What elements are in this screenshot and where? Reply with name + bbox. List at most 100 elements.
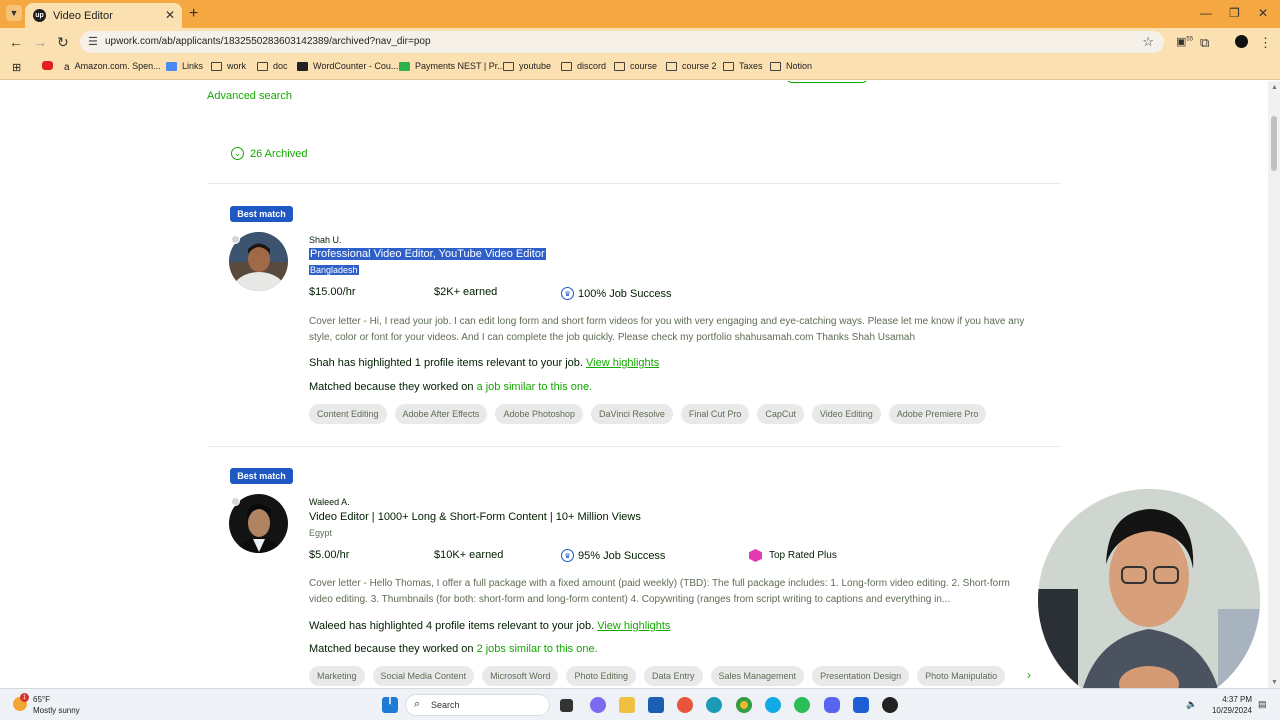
skill-tag[interactable]: Adobe After Effects (394, 404, 488, 424)
applicant-name[interactable]: Waleed A. (309, 497, 350, 507)
similar-jobs-link[interactable]: 2 jobs similar to this one. (477, 643, 598, 655)
windows-start-icon[interactable] (382, 697, 398, 713)
browser-toolbar: ← → ↻ ☰ upwork.com/ab/applicants/1832550… (0, 28, 1280, 56)
discord-icon[interactable] (824, 697, 840, 713)
scroll-up-icon[interactable]: ▲ (1271, 84, 1278, 91)
doc-icon (166, 61, 177, 71)
bookmark-taxes[interactable]: Taxes (723, 61, 763, 71)
webcam-overlay (1038, 489, 1260, 711)
back-icon[interactable]: ← (9, 34, 23, 50)
task-view-icon[interactable] (560, 699, 573, 712)
chrome-icon[interactable] (736, 697, 752, 713)
bookmark-links[interactable]: Links (166, 61, 203, 71)
bookmark-course[interactable]: course (614, 61, 657, 71)
menu-kebab-icon[interactable]: ⋮ (1259, 35, 1272, 51)
bookmark-discord[interactable]: discord (561, 61, 606, 71)
skill-tag[interactable]: Marketing (309, 666, 365, 686)
skill-tag[interactable]: Final Cut Pro (680, 404, 750, 424)
extension-badge: 55 (1186, 36, 1194, 43)
apps-grid-icon[interactable]: ⊞ (12, 61, 21, 74)
forward-icon[interactable]: → (33, 34, 47, 50)
applicant-title: Video Editor | 1000+ Long & Short-Form C… (309, 511, 641, 523)
amazon-icon: a (64, 61, 70, 73)
wordcounter-icon (297, 61, 308, 71)
skill-tag[interactable]: Adobe Premiere Pro (888, 404, 987, 424)
windows-taskbar: 1 65°F Mostly sunny ⌕ Search 🔈 4:37 PM 1… (0, 688, 1280, 720)
minimize-icon[interactable]: — (1200, 6, 1212, 20)
bookmark-notion[interactable]: Notion (770, 61, 812, 71)
weather-widget[interactable]: 65°F Mostly sunny (33, 694, 80, 716)
restore-icon[interactable]: ❐ (1229, 6, 1240, 20)
taskbar-search[interactable]: ⌕ Search (405, 694, 550, 716)
filter-button-edge[interactable] (786, 81, 868, 83)
scrollbar-thumb[interactable] (1271, 116, 1277, 171)
new-tab-icon[interactable]: + (189, 5, 198, 23)
clock[interactable]: 4:37 PM 10/29/2024 (1208, 694, 1252, 716)
applicant-country: Egypt (309, 528, 333, 538)
bookmark-course-2[interactable]: course 2 (666, 61, 717, 71)
extension-icon[interactable]: ▣55 (1176, 35, 1193, 48)
bookmark-youtube-icon[interactable] (42, 61, 58, 70)
skill-tag[interactable]: Microsoft Word (482, 666, 559, 686)
skill-tag[interactable]: Social Media Content (372, 666, 475, 686)
bookmark-payments[interactable]: Payments NEST | Pr... (399, 61, 505, 71)
advanced-search-link[interactable]: Advanced search (207, 90, 292, 102)
bookmark-star-icon[interactable]: ☆ (1142, 34, 1154, 50)
skill-tag[interactable]: Data Entry (643, 666, 703, 686)
skill-tag[interactable]: Presentation Design (812, 666, 910, 686)
skill-tag[interactable]: Content Editing (309, 404, 387, 424)
skill-tag[interactable]: Adobe Photoshop (495, 404, 583, 424)
skills-next-chevron-icon[interactable]: › (1027, 668, 1031, 682)
whatsapp-icon[interactable] (794, 697, 810, 713)
notifications-icon[interactable]: ▤ (1258, 699, 1267, 710)
divider (208, 183, 1061, 184)
skill-tag[interactable]: Video Editing (811, 404, 881, 424)
tab-title: Video Editor (53, 9, 113, 22)
firefox-icon[interactable] (677, 697, 693, 713)
bookmark-work[interactable]: work (211, 61, 246, 71)
highlight-text: Shah has highlighted 1 profile items rel… (309, 357, 660, 369)
edge-icon[interactable] (706, 697, 722, 713)
skill-tag[interactable]: DaVinci Resolve (591, 404, 673, 424)
tab-search-chevron-icon[interactable]: ▼ (6, 5, 22, 21)
site-info-icon[interactable]: ☰ (88, 35, 98, 48)
address-bar[interactable]: ☰ upwork.com/ab/applicants/1832550283603… (80, 31, 1164, 53)
profile-avatar[interactable] (1235, 35, 1248, 48)
matched-text: Matched because they worked on 2 jobs si… (309, 643, 598, 655)
reload-icon[interactable]: ↻ (57, 34, 69, 51)
scroll-down-icon[interactable]: ▼ (1271, 679, 1278, 686)
close-window-icon[interactable]: ✕ (1258, 6, 1268, 20)
similar-job-link[interactable]: a job similar to this one. (477, 381, 593, 393)
extensions-puzzle-icon[interactable]: ⧉ (1200, 35, 1209, 51)
cover-letter[interactable]: Cover letter - Hi, I read your job. I ca… (309, 314, 1034, 346)
view-highlights-link[interactable]: View highlights (586, 357, 659, 369)
bookmark-doc[interactable]: doc (257, 61, 288, 71)
skill-tag[interactable]: Photo Editing (566, 666, 636, 686)
store-icon[interactable] (648, 697, 664, 713)
zoom-icon[interactable] (853, 697, 869, 713)
bookmark-wordcounter[interactable]: WordCounter - Cou... (297, 61, 398, 71)
page-scrollbar[interactable]: ▲ ▼ (1268, 81, 1280, 688)
total-earned: $2K+ earned (434, 286, 498, 298)
folder-icon (614, 61, 625, 71)
bookmark-youtube[interactable]: youtube (503, 61, 551, 71)
skill-tag[interactable]: CapCut (757, 404, 804, 424)
applicant-name[interactable]: Shah U. (309, 235, 342, 245)
file-explorer-icon[interactable] (619, 697, 635, 713)
skill-tag[interactable]: Photo Manipulatio (917, 666, 1006, 686)
skype-icon[interactable] (765, 697, 781, 713)
volume-icon[interactable]: 🔈 (1186, 699, 1197, 710)
copilot-icon[interactable] (590, 697, 606, 713)
folder-icon (770, 61, 781, 71)
skill-tag[interactable]: Sales Management (710, 666, 805, 686)
cover-letter[interactable]: Cover letter - Hello Thomas, I offer a f… (309, 576, 1034, 608)
tab-video-editor[interactable]: up Video Editor ✕ (25, 3, 182, 28)
folder-icon (257, 61, 268, 71)
app-icon[interactable] (882, 697, 898, 713)
bookmark-amazon[interactable]: a Amazon.com. Spen... (64, 61, 161, 73)
close-tab-icon[interactable]: ✕ (165, 8, 175, 22)
view-highlights-link[interactable]: View highlights (597, 620, 670, 632)
search-icon: ⌕ (414, 698, 421, 710)
archived-toggle[interactable]: ⌄ 26 Archived (231, 147, 307, 160)
folder-icon (211, 61, 222, 71)
